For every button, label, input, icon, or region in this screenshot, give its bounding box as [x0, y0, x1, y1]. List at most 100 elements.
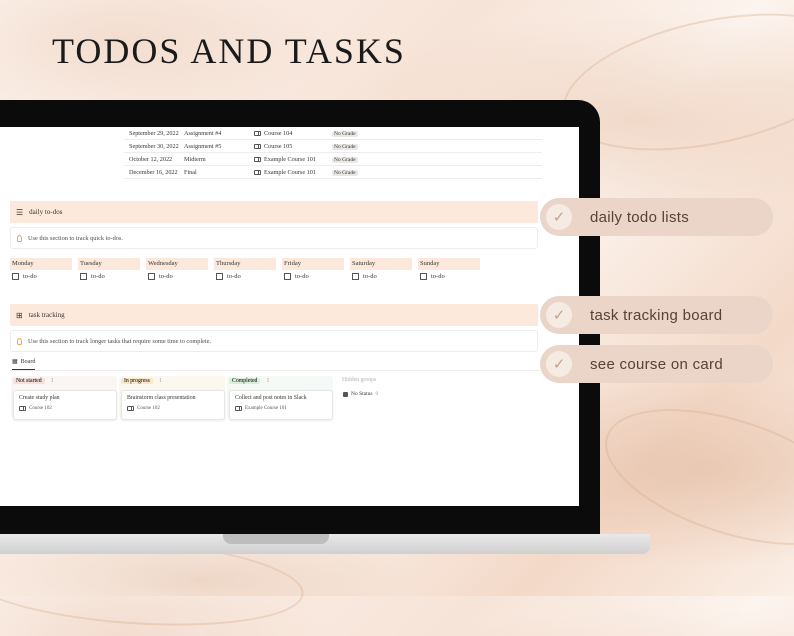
task-tracking-heading[interactable]: ⊞ task tracking: [10, 304, 538, 326]
divider: [10, 370, 540, 371]
card-course[interactable]: Example Course 101: [235, 406, 327, 411]
feature-pill-daily: ✓ daily todo lists: [540, 198, 773, 236]
day-column: Tuesday to-do: [78, 258, 140, 280]
grade-badge: No Grade: [332, 143, 358, 150]
column-header: In progress 1: [121, 376, 225, 386]
grade-badge: No Grade: [332, 169, 358, 176]
todo-item[interactable]: to-do: [146, 273, 208, 280]
laptop-screen: September 29, 2022 Assignment #4 Course …: [0, 127, 579, 506]
grade-badge: No Grade: [332, 156, 358, 163]
status-icon: [343, 391, 348, 397]
day-heading: Wednesday: [146, 258, 208, 270]
course-cell[interactable]: Course 104: [254, 130, 332, 137]
date-cell: September 30, 2022: [129, 142, 179, 150]
lightbulb-icon: [17, 234, 22, 242]
day-heading: Tuesday: [78, 258, 140, 270]
card-title: Brainstorm class presentation: [127, 395, 196, 401]
checklist-icon: ☰: [16, 207, 24, 217]
card-course[interactable]: Course 102: [127, 406, 219, 411]
name-cell: Assignment #5: [184, 142, 222, 150]
day-column: Saturday to-do: [350, 258, 412, 280]
day-column: Thursday to-do: [214, 258, 276, 280]
card-course[interactable]: Course 102: [19, 406, 111, 411]
task-card[interactable]: Create study plan Course 102: [13, 390, 117, 420]
course-cell[interactable]: Example Course 101: [254, 156, 332, 163]
column-count: 1: [266, 378, 270, 384]
page-title: TODOS AND TASKS: [52, 31, 406, 71]
column-count: 1: [50, 378, 54, 384]
table-row[interactable]: September 30, 2022 Assignment #5 Course …: [124, 140, 542, 153]
todo-label: to-do: [227, 273, 241, 280]
course-label: Course 102: [29, 406, 52, 411]
todo-item[interactable]: to-do: [214, 273, 276, 280]
date-cell: December 16, 2022: [129, 168, 178, 176]
feature-pill-course: ✓ see course on card: [540, 345, 773, 383]
todo-label: to-do: [91, 273, 105, 280]
feature-label: daily todo lists: [590, 208, 690, 226]
tab-board[interactable]: ▦ Board: [12, 358, 36, 370]
status-badge: Completed: [229, 378, 261, 384]
checkbox[interactable]: [352, 273, 359, 280]
assignments-table: September 29, 2022 Assignment #4 Course …: [124, 127, 542, 179]
task-card[interactable]: Collect and post notes in Slack Example …: [229, 390, 333, 420]
hidden-groups-label: Hidden groups: [342, 377, 377, 383]
grade-cell: No Grade: [332, 130, 358, 137]
checkbox[interactable]: [284, 273, 291, 280]
task-tracking-title: task tracking: [28, 311, 65, 319]
card-title: Collect and post notes in Slack: [235, 395, 307, 401]
grade-cell: No Grade: [332, 169, 358, 176]
book-icon: [254, 130, 261, 136]
todo-item[interactable]: to-do: [350, 273, 412, 280]
date-cell: September 29, 2022: [129, 129, 179, 137]
todo-item[interactable]: to-do: [10, 273, 72, 280]
week-days: Monday to-do Tuesday to-do Wednesday to-do …: [10, 258, 540, 280]
board-icon: ⊞: [16, 310, 23, 320]
daily-todos-title: daily to-dos: [29, 208, 63, 216]
status-badge: Not started: [13, 378, 45, 384]
book-icon: [19, 406, 26, 411]
day-column: Friday to-do: [282, 258, 344, 280]
column-header: Completed 1: [229, 376, 333, 386]
feature-pill-task: ✓ task tracking board: [540, 296, 773, 334]
table-row[interactable]: December 16, 2022 Final Example Course 1…: [124, 166, 542, 179]
todo-item[interactable]: to-do: [78, 273, 140, 280]
book-icon: [254, 169, 261, 175]
checkbox[interactable]: [420, 273, 427, 280]
no-status-label: No Status: [351, 391, 373, 397]
laptop-notch: [223, 534, 329, 544]
course-label: Course 105: [264, 142, 293, 150]
course-label: Course 102: [137, 406, 160, 411]
grade-cell: No Grade: [332, 143, 358, 150]
checkbox[interactable]: [216, 273, 223, 280]
todo-item[interactable]: to-do: [418, 273, 480, 280]
todo-item[interactable]: to-do: [282, 273, 344, 280]
checkbox[interactable]: [12, 273, 19, 280]
course-cell[interactable]: Example Course 101: [254, 169, 332, 176]
task-callout: Use this section to track longer tasks t…: [10, 330, 538, 352]
course-label: Example Course 101: [264, 168, 316, 176]
daily-callout: Use this section to track quick to-dos.: [10, 227, 538, 249]
card-title: Create study plan: [19, 395, 60, 401]
grade-cell: No Grade: [332, 156, 358, 163]
daily-todos-heading[interactable]: ☰ daily to-dos: [10, 201, 538, 223]
tab-label: Board: [20, 358, 36, 365]
checkbox[interactable]: [148, 273, 155, 280]
task-card[interactable]: Brainstorm class presentation Course 102: [121, 390, 225, 420]
feature-label: see course on card: [590, 355, 723, 373]
todo-label: to-do: [159, 273, 173, 280]
feature-label: task tracking board: [590, 306, 723, 324]
book-icon: [254, 143, 261, 149]
checkbox[interactable]: [80, 273, 87, 280]
no-status-group[interactable]: No Status 0: [343, 391, 378, 397]
course-cell[interactable]: Course 105: [254, 143, 332, 150]
day-column: Wednesday to-do: [146, 258, 208, 280]
course-label: Example Course 101: [245, 406, 287, 411]
todo-label: to-do: [23, 273, 37, 280]
day-heading: Saturday: [350, 258, 412, 270]
table-row[interactable]: September 29, 2022 Assignment #4 Course …: [124, 127, 542, 140]
day-heading: Monday: [10, 258, 72, 270]
name-cell: Final: [184, 168, 197, 176]
day-column: Monday to-do: [10, 258, 72, 280]
board-view-icon: ▦: [12, 359, 18, 365]
table-row[interactable]: October 12, 2022 Midterm Example Course …: [124, 153, 542, 166]
